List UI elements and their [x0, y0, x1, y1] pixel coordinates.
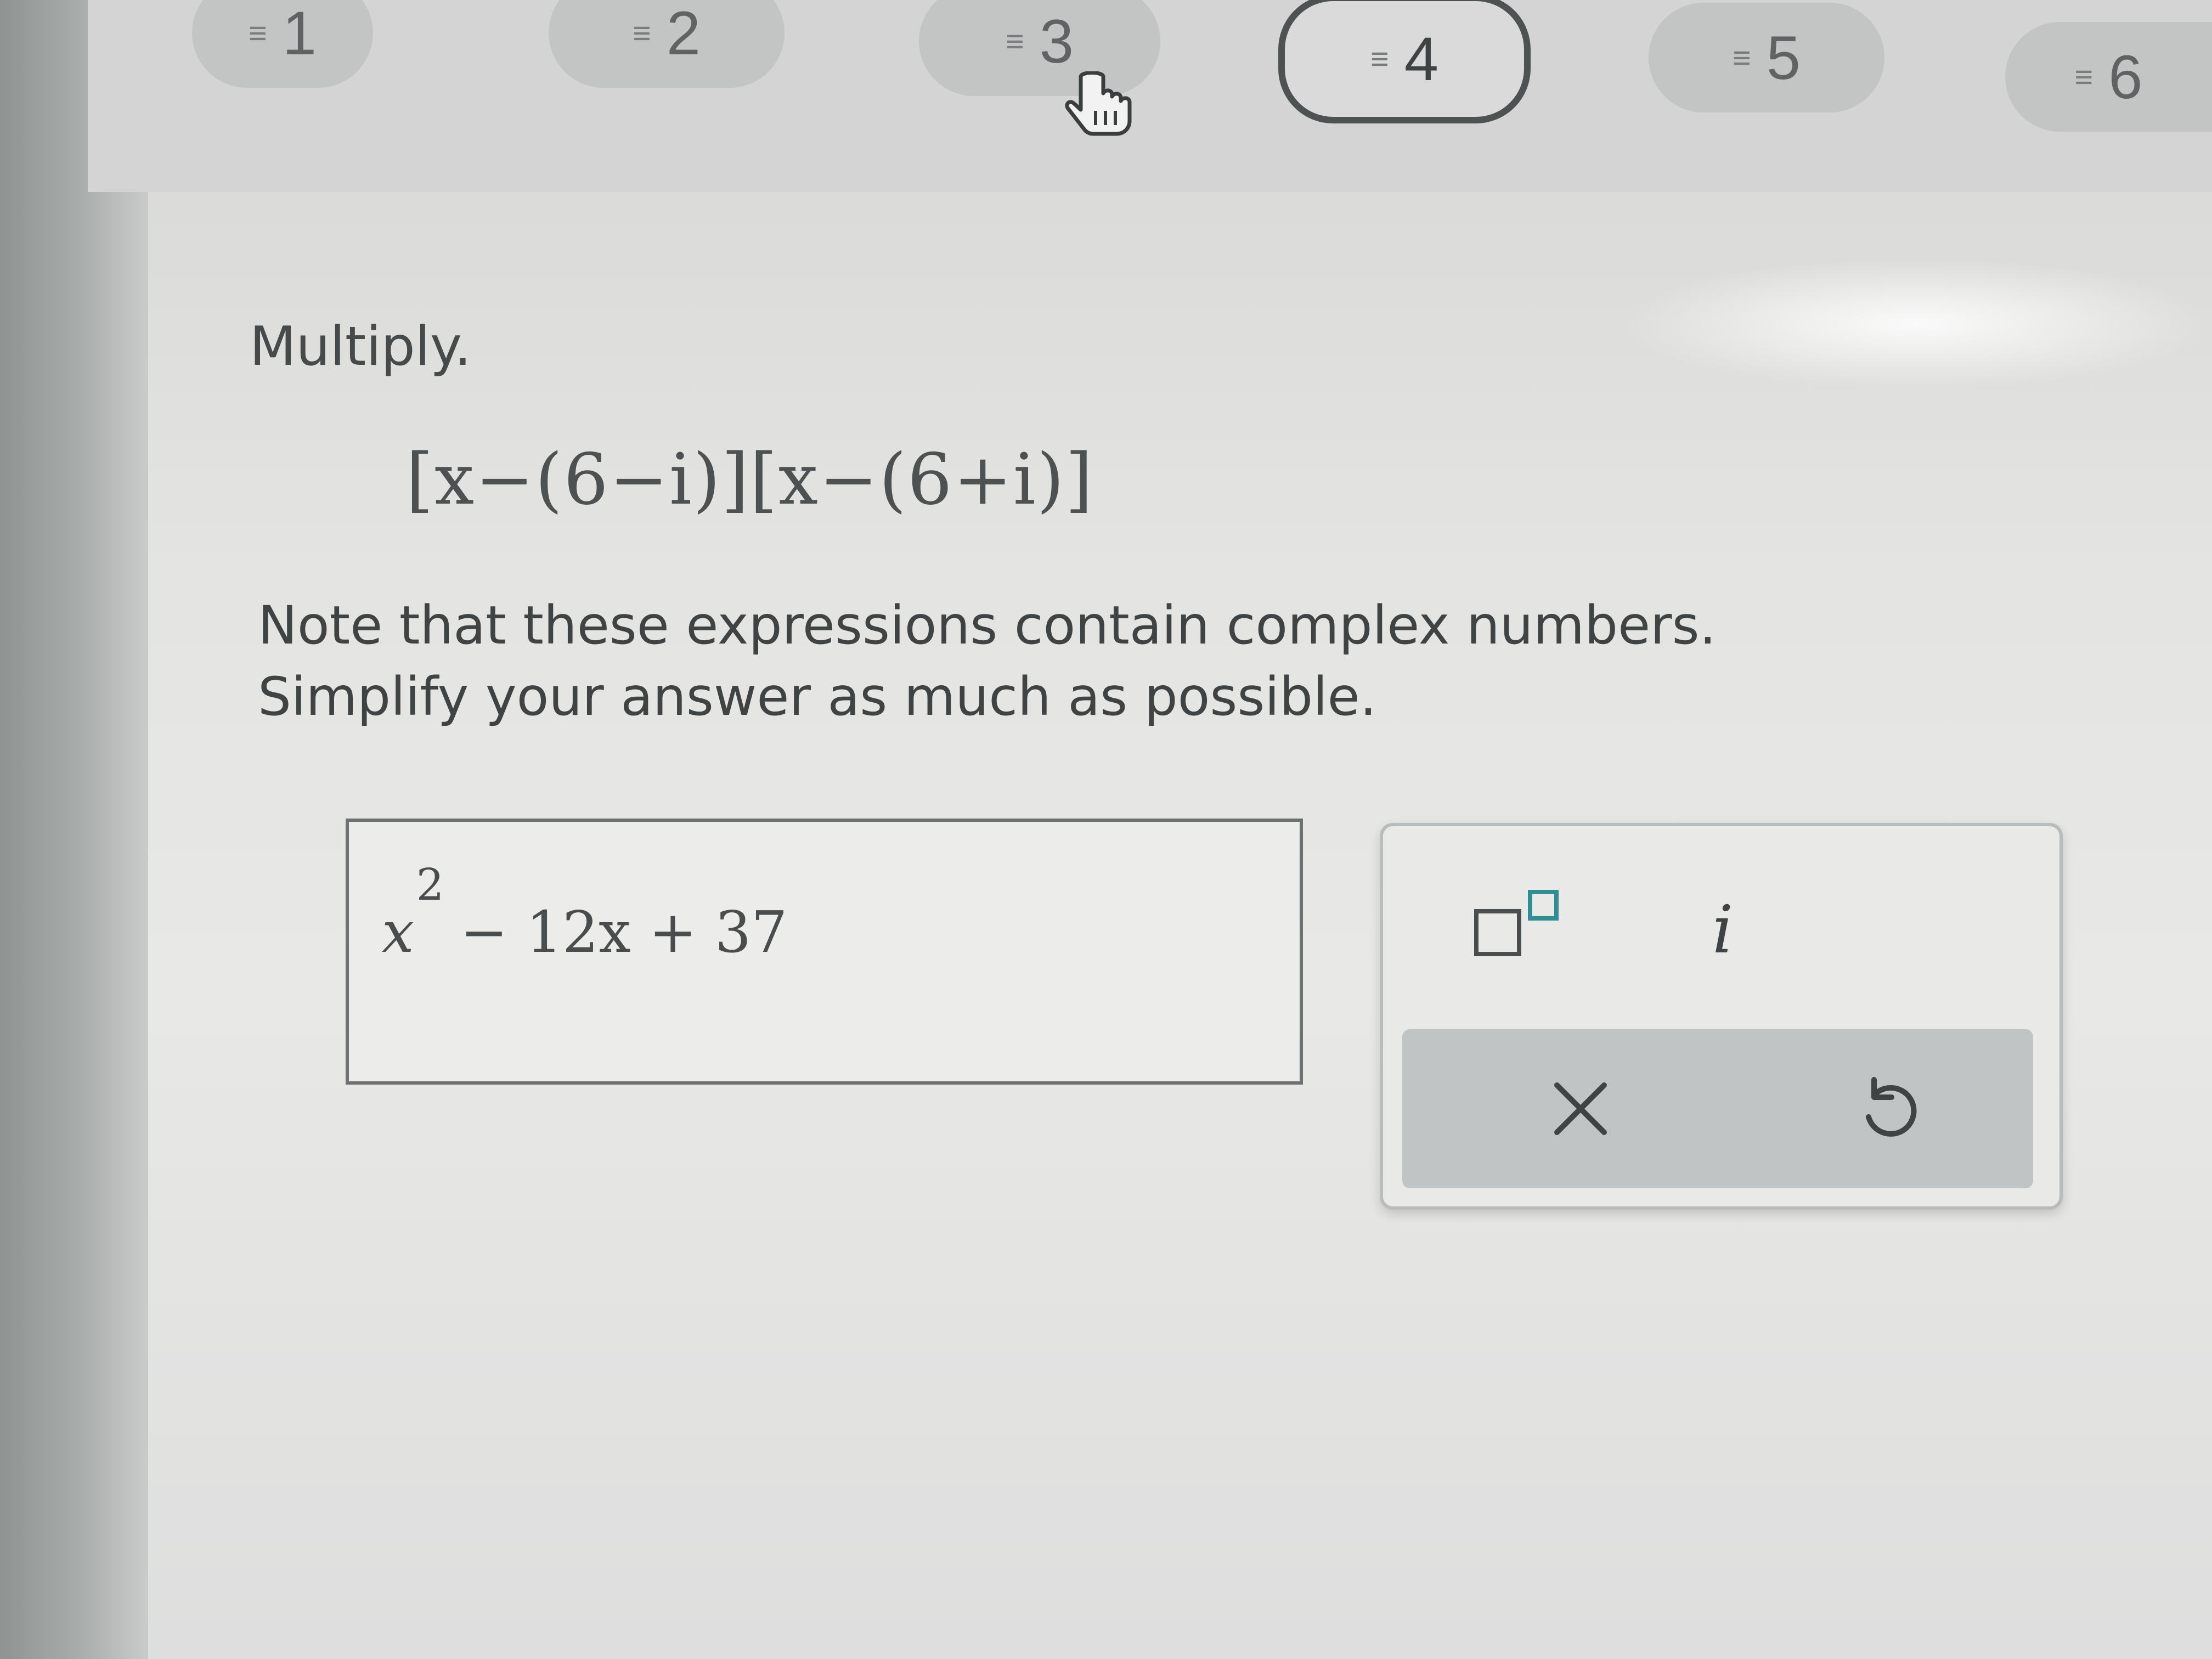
answer-exponent: 2: [416, 859, 444, 910]
imaginary-i-button[interactable]: i: [1712, 892, 1733, 968]
tool-action-row: [1402, 1029, 2033, 1188]
lines-icon: ≡: [248, 15, 267, 51]
question-number: 3: [1039, 7, 1074, 76]
question-expression: [x−(6−i)][x−(6+i)]: [406, 439, 1094, 521]
question-nav-2[interactable]: ≡ 2: [549, 0, 785, 88]
undo-icon[interactable]: [1852, 1073, 1923, 1144]
answer-base: x: [382, 899, 414, 966]
answer-rest: − 12x + 37: [442, 899, 788, 966]
question-nav-5[interactable]: ≡ 5: [1649, 3, 1884, 112]
question-number: 2: [666, 0, 701, 67]
question-note: Note that these expressions contain comp…: [258, 590, 1716, 732]
question-number: 6: [2108, 42, 2143, 111]
question-number: 1: [282, 0, 317, 67]
answer-input[interactable]: x2 − 12x + 37: [346, 819, 1303, 1085]
screen-glare: [1618, 258, 2212, 390]
note-line-1: Note that these expressions contain comp…: [258, 595, 1717, 656]
bezel-edge: [0, 0, 148, 1659]
question-nav-1[interactable]: ≡ 1: [192, 0, 373, 88]
question-nav-4[interactable]: ≡ 4: [1278, 0, 1531, 123]
lines-icon: ≡: [1370, 41, 1389, 77]
superscript-template-button[interactable]: [1465, 881, 1575, 963]
clear-x-icon[interactable]: [1545, 1073, 1616, 1144]
lines-icon: ≡: [632, 15, 651, 51]
question-number: 4: [1404, 25, 1439, 93]
lines-icon: ≡: [2074, 59, 2094, 95]
hand-pointer-icon: [1065, 71, 1132, 136]
lines-icon: ≡: [1732, 40, 1751, 76]
question-number: 5: [1766, 23, 1801, 92]
answer-expression: x2 − 12x + 37: [382, 859, 788, 966]
lines-icon: ≡: [1005, 23, 1024, 59]
question-prompt: Multiply.: [250, 315, 472, 378]
note-line-2: Simplify your answer as much as possible…: [258, 666, 1377, 727]
math-toolpad: i: [1380, 823, 2063, 1210]
question-nav-6[interactable]: ≡ 6: [2005, 22, 2212, 132]
